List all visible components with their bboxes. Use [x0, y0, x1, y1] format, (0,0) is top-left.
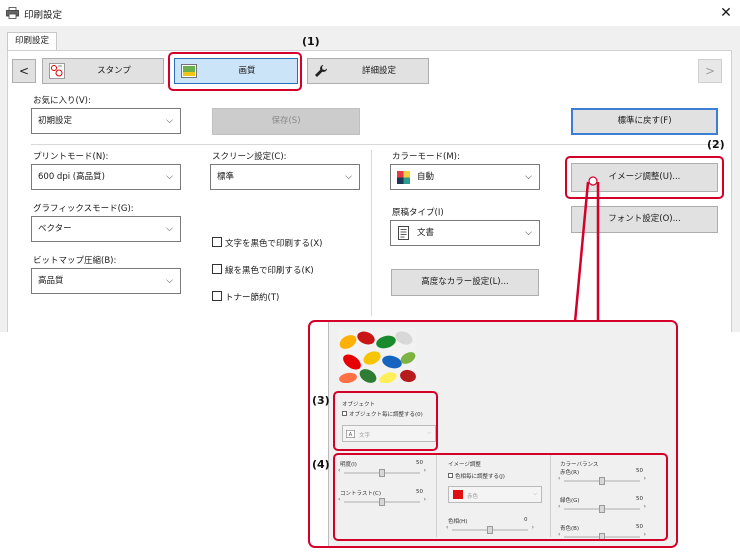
preview-border — [328, 322, 329, 546]
chevron-down-icon: ⌵ — [525, 228, 532, 238]
chevron-down-icon: ⌵ — [166, 276, 173, 286]
tab-stamp[interactable]: スタンプ — [42, 58, 164, 84]
tab-advanced[interactable]: 詳細設定 — [307, 58, 429, 84]
screen-settings-value: 標準 — [217, 172, 235, 182]
callout-label-4: (4) — [312, 458, 330, 471]
text-black-label: 文字を黒色で印刷する(X) — [225, 239, 323, 249]
advanced-color-button[interactable]: 高度なカラー設定(L)... — [391, 269, 539, 296]
column-divider — [371, 150, 372, 316]
title-bar: 印刷設定 ✕ — [0, 0, 740, 26]
reset-defaults-button[interactable]: 標準に戻す(F) — [571, 108, 718, 135]
tab-stamp-label: スタンプ — [97, 66, 131, 76]
bitmap-compression-value: 高品質 — [38, 276, 64, 286]
text-black-checkbox[interactable] — [212, 237, 222, 247]
original-type-value: 文書 — [417, 228, 435, 238]
chevron-down-icon: ⌵ — [166, 224, 173, 234]
favorites-select[interactable]: 初期設定 ⌵ — [31, 108, 181, 134]
next-tab-button[interactable]: > — [698, 59, 722, 83]
chevron-down-icon: ⌵ — [166, 172, 173, 182]
chevron-down-icon: ⌵ — [166, 116, 173, 126]
color-mode-select[interactable]: 自動 ⌵ — [390, 164, 540, 190]
close-button[interactable]: ✕ — [716, 4, 736, 22]
favorites-label: お気に入り(V): — [33, 96, 91, 106]
callout-label-3: (3) — [312, 394, 330, 407]
line-black-checkbox[interactable] — [212, 264, 222, 274]
callout-label-1: (1) — [302, 35, 320, 48]
original-type-label: 原稿タイプ(I) — [392, 208, 444, 218]
prev-tab-button[interactable]: < — [12, 59, 36, 83]
print-mode-select[interactable]: 600 dpi (高品質) ⌵ — [31, 164, 181, 190]
callout-label-2: (2) — [707, 138, 725, 151]
wrench-icon — [315, 65, 327, 77]
jellybeans-sample-image — [338, 328, 416, 383]
graphics-mode-select[interactable]: ベクター ⌵ — [31, 216, 181, 242]
printer-icon — [6, 7, 19, 19]
toner-save-checkbox[interactable] — [212, 291, 222, 301]
bitmap-compression-label: ビットマップ圧縮(B): — [33, 256, 117, 266]
tab-advanced-label: 詳細設定 — [361, 66, 396, 76]
favorites-value: 初期設定 — [38, 116, 73, 126]
print-mode-label: プリントモード(N): — [33, 152, 109, 162]
chevron-down-icon: ⌵ — [525, 172, 532, 182]
graphics-mode-label: グラフィックスモード(G): — [33, 204, 134, 214]
line-black-label: 線を黒色で印刷する(K) — [225, 266, 314, 276]
original-type-select[interactable]: 文書 ⌵ — [390, 220, 540, 246]
tab-strip — [0, 26, 740, 50]
divider — [31, 144, 721, 145]
color-mode-value: 自動 — [417, 172, 435, 182]
callout-box-3 — [333, 391, 438, 451]
chevron-down-icon: ⌵ — [345, 172, 352, 182]
window-title: 印刷設定 — [24, 10, 63, 21]
toner-save-label: トナー節約(T) — [225, 293, 280, 303]
screen-settings-label: スクリーン設定(C): — [212, 152, 287, 162]
graphics-mode-value: ベクター — [38, 224, 72, 234]
callout-box-4 — [333, 453, 668, 541]
callout-box-2 — [565, 156, 724, 199]
stamp-icon — [49, 63, 65, 79]
document-icon — [398, 226, 409, 240]
callout-box-1 — [168, 52, 302, 91]
color-palette-icon — [397, 171, 410, 184]
save-button[interactable]: 保存(S) — [212, 108, 360, 135]
color-mode-label: カラーモード(M): — [392, 152, 460, 162]
screen-settings-select[interactable]: 標準 ⌵ — [210, 164, 360, 190]
tab-print-settings[interactable]: 印刷設定 — [7, 32, 57, 51]
print-mode-value: 600 dpi (高品質) — [38, 172, 105, 182]
bitmap-compression-select[interactable]: 高品質 ⌵ — [31, 268, 181, 294]
font-settings-button[interactable]: フォント設定(O)... — [571, 206, 718, 233]
